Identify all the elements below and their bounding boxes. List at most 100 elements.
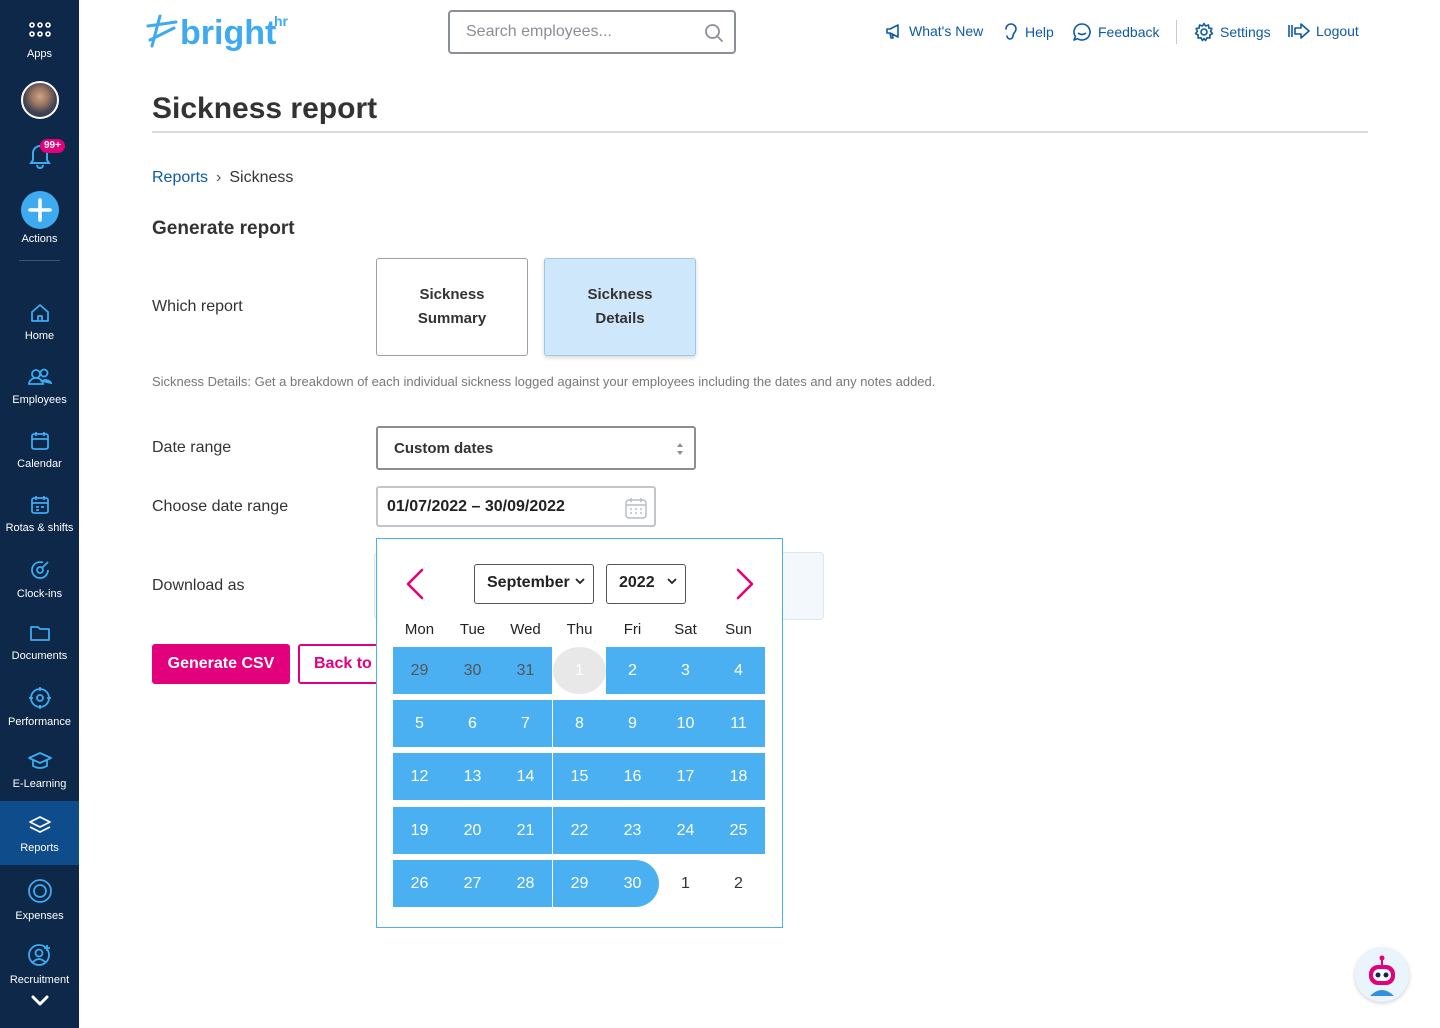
- expenses-icon: [27, 879, 52, 903]
- calendar-day[interactable]: 5: [393, 700, 446, 747]
- calendar-day[interactable]: 4: [712, 647, 765, 694]
- megaphone-icon: [886, 24, 899, 39]
- calendar-day[interactable]: 20: [446, 807, 499, 854]
- sidebar-item-documents[interactable]: Documents: [0, 622, 79, 662]
- help-link[interactable]: Help: [1003, 22, 1054, 42]
- calendar-day[interactable]: 30: [606, 860, 659, 907]
- header-divider: [1176, 20, 1177, 44]
- calendar-day[interactable]: 8: [553, 700, 606, 747]
- calendar-day[interactable]: 15: [553, 753, 606, 800]
- sidebar-item-label: Expenses: [15, 910, 64, 922]
- report-option-sickness-summary[interactable]: Sickness Summary: [376, 258, 528, 356]
- calendar-day[interactable]: 12: [393, 753, 446, 800]
- calendar-day[interactable]: 14: [499, 753, 552, 800]
- calendar-day[interactable]: 29: [393, 647, 446, 694]
- apps-label: Apps: [26, 48, 53, 60]
- calendar-day[interactable]: 2: [712, 860, 765, 907]
- calendar-day[interactable]: 23: [606, 807, 659, 854]
- previous-month-arrow-icon[interactable]: [403, 567, 427, 601]
- month-value: September: [487, 574, 570, 591]
- search-icon[interactable]: [704, 23, 724, 43]
- calendar-day[interactable]: 13: [446, 753, 499, 800]
- brighthr-logo[interactable]: bright hr: [146, 12, 296, 59]
- sidebar-item-clock-ins[interactable]: Clock-ins: [0, 558, 79, 600]
- chevron-down-icon: [31, 995, 48, 1006]
- logo-text: bright: [180, 14, 276, 52]
- gear-icon: [1194, 22, 1214, 42]
- report-option-sickness-details[interactable]: Sickness Details: [544, 258, 696, 356]
- search-input[interactable]: [450, 12, 690, 52]
- whats-new-link[interactable]: What's New: [885, 22, 983, 40]
- calendar-day[interactable]: 17: [659, 753, 712, 800]
- weekday-header: Wed: [510, 621, 541, 638]
- employees-icon: [27, 368, 52, 385]
- sidebar-item-rotas[interactable]: Rotas & shifts: [0, 494, 79, 534]
- weekday-header: Sun: [725, 621, 752, 638]
- date-range-input[interactable]: 01/07/2022 – 30/09/2022: [376, 486, 656, 527]
- calendar-icon[interactable]: [624, 496, 648, 520]
- calendar-day[interactable]: 25: [712, 807, 765, 854]
- folder-icon: [29, 626, 50, 641]
- calendar-day[interactable]: 18: [712, 753, 765, 800]
- choose-date-range-label: Choose date range: [152, 498, 289, 515]
- year-value: 2022: [619, 574, 655, 591]
- calendar-day[interactable]: 24: [659, 807, 712, 854]
- performance-icon: [28, 687, 51, 709]
- breadcrumb: Reports › Sickness: [152, 169, 293, 187]
- sidebar-item-home[interactable]: Home: [0, 302, 79, 342]
- graduation-cap-icon: [27, 752, 52, 769]
- sidebar-item-recruitment[interactable]: Recruitment: [0, 942, 79, 986]
- calendar-day[interactable]: 21: [499, 807, 552, 854]
- sidebar-item-label: Recruitment: [9, 974, 70, 986]
- settings-link[interactable]: Settings: [1194, 22, 1271, 42]
- sidebar-expand-button[interactable]: [0, 993, 79, 1007]
- calendar-day[interactable]: 16: [606, 753, 659, 800]
- calendar-day[interactable]: 2: [606, 647, 659, 694]
- breadcrumb-reports-link[interactable]: Reports: [152, 169, 208, 186]
- calendar-day[interactable]: 3: [659, 647, 712, 694]
- sidebar-item-e-learning[interactable]: E-Learning: [0, 750, 79, 790]
- calendar-day[interactable]: 29: [553, 860, 606, 907]
- date-range-label: Date range: [152, 439, 232, 456]
- calendar-day[interactable]: 27: [446, 860, 499, 907]
- sidebar-item-calendar[interactable]: Calendar: [0, 430, 79, 470]
- calendar-day[interactable]: 19: [393, 807, 446, 854]
- option-line: Sickness: [587, 286, 653, 303]
- month-select[interactable]: September: [474, 564, 594, 604]
- year-select[interactable]: 2022: [606, 564, 686, 604]
- calendar-day[interactable]: 22: [553, 807, 606, 854]
- weekday-header: Mon: [404, 621, 435, 638]
- calendar-day[interactable]: 7: [499, 700, 552, 747]
- calendar-day[interactable]: 31: [499, 647, 552, 694]
- feedback-link[interactable]: Feedback: [1072, 22, 1159, 42]
- sidebar-item-employees[interactable]: Employees: [0, 366, 79, 406]
- calendar-day[interactable]: 6: [446, 700, 499, 747]
- calendar-day[interactable]: 10: [659, 700, 712, 747]
- sidebar-item-performance[interactable]: Performance: [0, 686, 79, 728]
- home-icon: [30, 304, 49, 322]
- title-divider: [152, 131, 1368, 133]
- calendar-day[interactable]: 9: [606, 700, 659, 747]
- section-heading: Generate report: [152, 218, 295, 239]
- apps-button[interactable]: Apps: [0, 22, 79, 60]
- date-range-select[interactable]: Custom dates: [376, 426, 696, 470]
- avatar[interactable]: [21, 81, 59, 119]
- chatbot-button[interactable]: [1355, 948, 1409, 1002]
- calendar-day[interactable]: 28: [499, 860, 552, 907]
- calendar-icon: [30, 432, 49, 450]
- sidebar-item-reports[interactable]: Reports: [0, 801, 79, 865]
- calendar-day[interactable]: 30: [446, 647, 499, 694]
- calendar-day[interactable]: 1: [659, 860, 712, 907]
- logout-link[interactable]: Logout: [1288, 22, 1359, 40]
- sidebar-item-label: Clock-ins: [16, 588, 63, 600]
- actions-add-button[interactable]: [21, 191, 59, 229]
- option-line: Details: [595, 310, 645, 327]
- next-month-arrow-icon[interactable]: [733, 567, 757, 601]
- generate-csv-button[interactable]: Generate CSV: [152, 644, 290, 684]
- plus-icon: [28, 198, 52, 222]
- sidebar-item-expenses[interactable]: Expenses: [0, 878, 79, 922]
- calendar-day[interactable]: 11: [712, 700, 765, 747]
- robot-assistant-icon: [1369, 955, 1395, 996]
- calendar-day[interactable]: 26: [393, 860, 446, 907]
- chevron-down-icon: [667, 578, 677, 585]
